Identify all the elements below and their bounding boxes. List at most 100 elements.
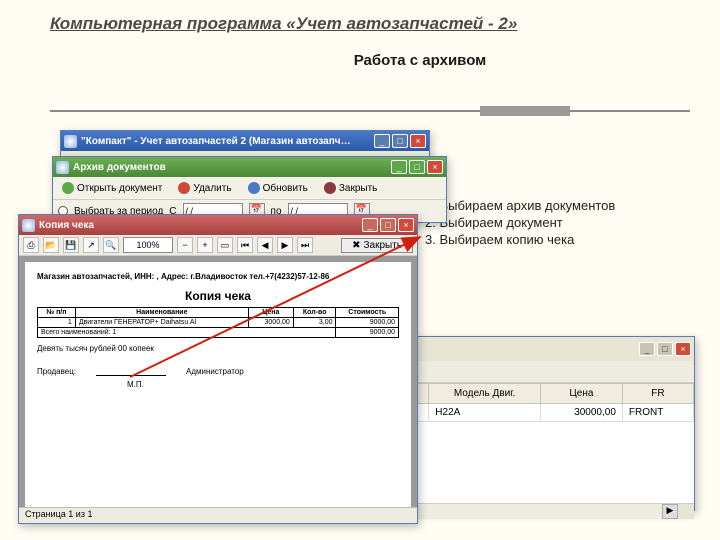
step-item: Выбираем архив документов [425, 198, 615, 213]
close-preview-button[interactable]: ✖ Закрыть [341, 238, 413, 253]
data-grid[interactable]: ь Модель Двиг. Цена FR H22A 30000,00 FRO… [401, 383, 694, 422]
button-label: Удалить [193, 183, 231, 194]
button-label: Открыть документ [77, 183, 162, 194]
window-data-grid: _ □ × ь Модель Двиг. Цена FR H22A 30000,… [400, 336, 695, 511]
button-label: Обновить [263, 183, 308, 194]
cell[interactable]: H22A [429, 404, 541, 422]
button-label: Закрыть [339, 183, 378, 194]
close-icon [324, 182, 336, 194]
minimize-button[interactable]: _ [391, 160, 407, 174]
seller-label: Продавец: [37, 367, 76, 376]
refresh-button[interactable]: Обновить [244, 180, 312, 196]
cell-num: 1 [38, 318, 76, 328]
open-document-button[interactable]: Открыть документ [58, 180, 166, 196]
first-page-icon[interactable]: ⏮ [237, 237, 253, 253]
table-row: 1 Двигатели ГЕНЕРАТОР+ Daihatsu Al 3000,… [38, 318, 399, 328]
grid-toolbar [401, 361, 694, 383]
scrollbar-corner [678, 504, 694, 519]
window-receipt: Копия чека _ □ × ⎙ 📂 💾 ↗ 🔍 100% − + ▭ ⏮ … [18, 214, 418, 524]
store-header: Магазин автозапчастей, ИНН: , Адрес: г.В… [37, 272, 399, 281]
window-title: "Компакт" - Учет автозапчастей 2 (Магази… [81, 136, 374, 147]
maximize-button[interactable]: □ [409, 160, 425, 174]
titlebar[interactable]: "Компакт" - Учет автозапчастей 2 (Магази… [61, 131, 429, 151]
slide-subtitle: Работа с архивом [120, 52, 720, 69]
divider [50, 110, 690, 112]
find-icon[interactable]: 🔍 [103, 237, 119, 253]
grid-body[interactable]: ь Модель Двиг. Цена FR H22A 30000,00 FRO… [401, 383, 694, 503]
receipt-toolbar: ⎙ 📂 💾 ↗ 🔍 100% − + ▭ ⏮ ◀ ▶ ⏭ ✖ Закрыть [19, 235, 417, 256]
cell[interactable]: 30000,00 [540, 404, 622, 422]
window-archive: Архив документов _ □ × Открыть документ … [52, 156, 447, 223]
minimize-button[interactable]: _ [374, 134, 390, 148]
zoom-out-icon[interactable]: − [177, 237, 193, 253]
print-icon[interactable]: ⎙ [23, 237, 39, 253]
cell-name: Двигатели ГЕНЕРАТОР+ Daihatsu Al [75, 318, 248, 328]
status-bar: Страница 1 из 1 [19, 507, 417, 523]
total-sum: 9000,00 [336, 328, 399, 338]
app-icon [22, 219, 35, 232]
col-num: № п/п [38, 308, 76, 318]
cell-qty: 3,00 [293, 318, 336, 328]
amount-in-words: Девять тысяч рублей 00 копеек [37, 344, 399, 353]
col-header[interactable]: Модель Двиг. [429, 384, 541, 404]
window-title: Архив документов [73, 162, 391, 173]
window-title: Копия чека [39, 220, 362, 231]
last-page-icon[interactable]: ⏭ [297, 237, 313, 253]
document-title: Копия чека [37, 289, 399, 303]
col-sum: Стоимость [336, 308, 399, 318]
button-label: Закрыть [363, 240, 402, 251]
slide-title: Компьютерная программа «Учет автозапчаст… [0, 0, 720, 34]
maximize-button[interactable]: □ [392, 134, 408, 148]
toolbar: Открыть документ Удалить Обновить Закрыт… [53, 177, 446, 200]
refresh-icon [248, 182, 260, 194]
stamp-label: М.П. [127, 380, 399, 389]
table-row[interactable]: H22A 30000,00 FRONT [402, 404, 694, 422]
minimize-button[interactable]: _ [362, 218, 378, 232]
next-page-icon[interactable]: ▶ [277, 237, 293, 253]
col-qty: Кол-во [293, 308, 336, 318]
close-button[interactable]: × [398, 218, 414, 232]
col-header[interactable]: FR [622, 384, 693, 404]
cell-price: 3000,00 [248, 318, 293, 328]
prev-page-icon[interactable]: ◀ [257, 237, 273, 253]
close-icon: ✖ [352, 240, 360, 251]
horizontal-scrollbar[interactable]: ◀ ▶ [401, 503, 694, 519]
minimize-button[interactable]: _ [639, 342, 655, 356]
admin-label: Администратор [186, 367, 244, 376]
save-icon[interactable]: 💾 [63, 237, 79, 253]
open-icon [62, 182, 74, 194]
app-icon [56, 161, 69, 174]
zoom-in-icon[interactable]: + [197, 237, 213, 253]
delete-button[interactable]: Удалить [174, 180, 235, 196]
app-icon [64, 135, 77, 148]
export-icon[interactable]: ↗ [83, 237, 99, 253]
receipt-page: Магазин автозапчастей, ИНН: , Адрес: г.В… [25, 262, 411, 510]
col-price: Цена [248, 308, 293, 318]
col-name: Наименование [75, 308, 248, 318]
fit-page-icon[interactable]: ▭ [217, 237, 233, 253]
close-button[interactable]: × [675, 342, 691, 356]
titlebar[interactable]: Архив документов _ □ × [53, 157, 446, 177]
total-row: Всего наименований: 1 9000,00 [38, 328, 399, 338]
col-header[interactable]: Цена [540, 384, 622, 404]
maximize-button[interactable]: □ [380, 218, 396, 232]
delete-icon [178, 182, 190, 194]
maximize-button[interactable]: □ [657, 342, 673, 356]
receipt-table: № п/п Наименование Цена Кол-во Стоимость… [37, 307, 399, 338]
steps-list: Выбираем архив документов Выбираем докум… [425, 198, 615, 249]
step-item: Выбираем копию чека [425, 232, 615, 247]
step-item: Выбираем документ [425, 215, 615, 230]
cell[interactable]: FRONT [622, 404, 693, 422]
close-button[interactable]: × [410, 134, 426, 148]
scroll-right-icon[interactable]: ▶ [662, 504, 678, 519]
receipt-viewport[interactable]: Магазин автозапчастей, ИНН: , Адрес: г.В… [19, 256, 417, 516]
signature-line [96, 367, 166, 376]
close-button[interactable]: Закрыть [320, 180, 382, 196]
cell-sum: 9000,00 [336, 318, 399, 328]
titlebar[interactable]: Копия чека _ □ × [19, 215, 417, 235]
close-button[interactable]: × [427, 160, 443, 174]
titlebar[interactable]: _ □ × [401, 337, 694, 361]
zoom-input[interactable]: 100% [123, 237, 173, 253]
total-label: Всего наименований: 1 [38, 328, 336, 338]
open-icon[interactable]: 📂 [43, 237, 59, 253]
